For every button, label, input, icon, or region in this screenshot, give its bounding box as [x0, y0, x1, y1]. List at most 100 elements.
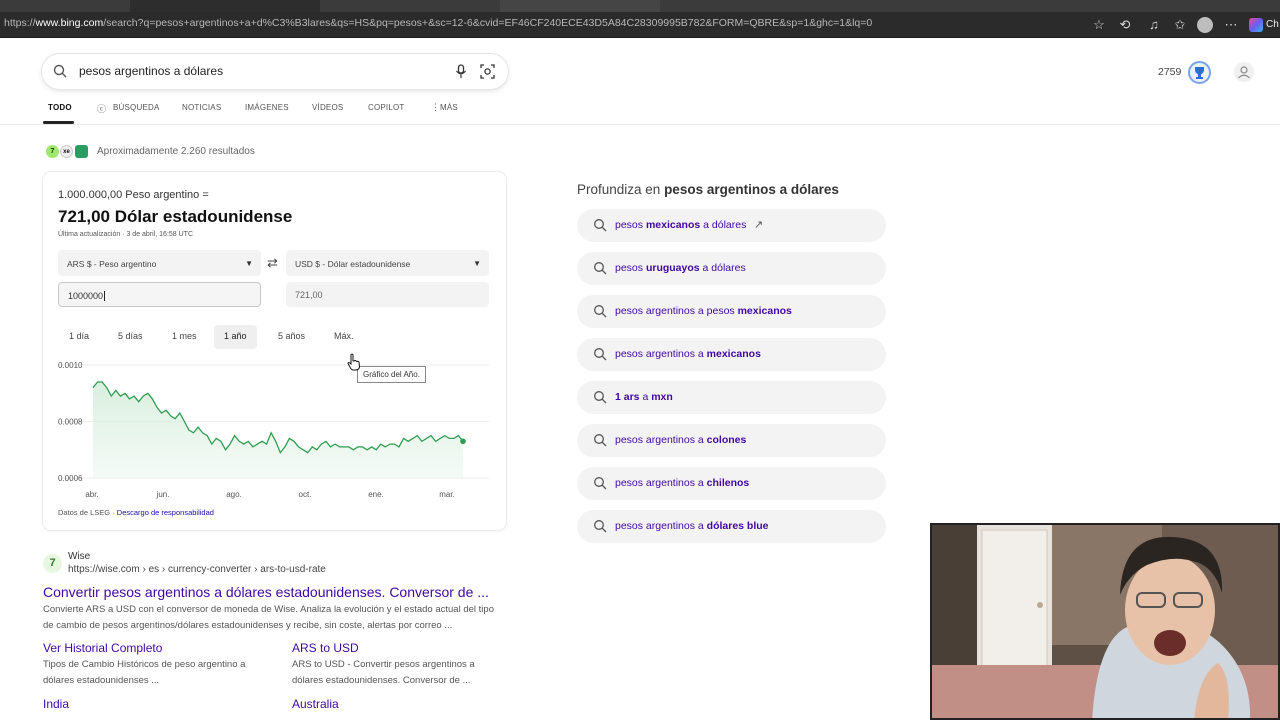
tab-mas[interactable]: MÁS — [440, 103, 458, 112]
related-search-text: pesos argentinos a colones — [615, 434, 747, 446]
related-search-text: 1 ars a mxn — [615, 391, 673, 403]
related-search-item[interactable]: pesos uruguayos a dólares — [577, 252, 886, 285]
x-tick-label: abr. — [85, 490, 98, 499]
tab-copilot[interactable]: COPILOT — [368, 103, 405, 112]
disclaimer-link[interactable]: Descargo de responsabilidad — [117, 508, 214, 517]
media-icon[interactable]: ♫ — [1146, 17, 1162, 33]
y-tick-label: 0.0008 — [58, 418, 83, 427]
sublink-india[interactable]: India — [43, 697, 69, 711]
url-prefix: https:// — [4, 17, 36, 29]
sublink-historial-text: Tipos de Cambio Históricos de peso argen… — [43, 659, 246, 686]
from-currency-select[interactable]: ARS $ - Peso argentino ▼ — [58, 250, 261, 276]
x-tick-label: mar. — [439, 490, 455, 499]
related-title-query: pesos argentinos a dólares — [664, 182, 839, 197]
result-site-name: Wise — [68, 551, 91, 562]
search-icon — [594, 348, 607, 361]
tab-noticias[interactable]: NOTICIAS — [182, 103, 221, 112]
swap-currencies-icon[interactable]: ⇄ — [267, 255, 278, 271]
results-count: Aproximadamente 2.260 resultados — [97, 146, 255, 157]
visual-search-icon[interactable] — [480, 64, 495, 79]
tab-videos[interactable]: VÍDEOS — [312, 103, 343, 112]
webcam-overlay — [930, 523, 1280, 720]
related-search-item[interactable]: pesos argentinos a chilenos — [577, 467, 886, 500]
microphone-icon[interactable] — [455, 64, 467, 79]
range-max[interactable]: Máx. — [324, 325, 364, 349]
conversion-result: 721,00 Dólar estadounidense — [58, 207, 293, 226]
range-1-ano[interactable]: 1 año — [214, 325, 257, 349]
search-icon — [594, 305, 607, 318]
url-rest: /search?q=pesos+argentinos+a+d%C3%B3lare… — [103, 17, 873, 29]
related-searches-title: Profundiza en pesos argentinos a dólares — [577, 182, 839, 197]
nav-divider — [0, 124, 1280, 125]
profile-label[interactable]: Ch — [1266, 17, 1280, 33]
tab-busqueda[interactable]: BÚSQUEDA — [113, 103, 160, 112]
tooltip: Gráfico del Año. — [357, 366, 426, 383]
text-caret — [104, 291, 106, 301]
browser-tab[interactable] — [130, 0, 320, 12]
range-5-anos[interactable]: 5 años — [268, 325, 315, 349]
to-currency-select[interactable]: USD $ - Dólar estadounidense ▼ — [286, 250, 489, 276]
url-host: www.bing.com — [35, 17, 104, 29]
x-tick-label: oct. — [299, 490, 312, 499]
related-search-item[interactable]: pesos argentinos a mexicanos — [577, 338, 886, 371]
last-updated: Última actualización · 3 de abril, 16:58… — [58, 231, 194, 238]
from-amount-value: 1000000 — [68, 291, 104, 301]
result-url[interactable]: https://wise.com › es › currency-convert… — [68, 564, 326, 575]
range-1-mes[interactable]: 1 mes — [162, 325, 207, 349]
busqueda-icon: ⓒ — [97, 104, 107, 114]
result-snippet: Convierte ARS a USD con el conversor de … — [43, 604, 494, 631]
data-source: Datos de LSEG · Descargo de responsabili… — [58, 508, 214, 517]
provider-xe-icon: xe — [60, 145, 73, 158]
related-search-item[interactable]: 1 ars a mxn — [577, 381, 886, 414]
provider-third-icon — [75, 145, 88, 158]
search-input[interactable]: pesos argentinos a dólares — [79, 64, 223, 78]
wise-logo-icon: 7 — [43, 554, 62, 573]
tab-todo[interactable]: TODO — [48, 103, 72, 112]
search-icon — [594, 477, 607, 490]
related-search-text: pesos argentinos a pesos mexicanos — [615, 305, 792, 317]
sublink-ars-to-usd[interactable]: ARS to USD — [292, 641, 359, 655]
copilot-icon[interactable] — [1249, 18, 1263, 32]
x-tick-label: ago. — [226, 490, 242, 499]
related-search-item[interactable]: pesos argentinos a pesos mexicanos — [577, 295, 886, 328]
result-title-link[interactable]: Convertir pesos argentinos a dólares est… — [43, 584, 489, 600]
tab-imagenes[interactable]: IMÁGENES — [245, 103, 289, 112]
search-box[interactable]: pesos argentinos a dólares — [42, 54, 508, 89]
address-bar[interactable]: https://www.bing.com/search?q=pesos+arge… — [0, 12, 1280, 38]
related-search-item[interactable]: pesos argentinos a colones — [577, 424, 886, 457]
related-search-item[interactable]: pesos mexicanos a dólares ↗ — [577, 209, 886, 242]
account-icon[interactable] — [1234, 62, 1254, 82]
to-amount-input[interactable]: 721,00 — [286, 282, 489, 307]
rewards-points[interactable]: 2759 — [1158, 66, 1181, 78]
rewards-trophy-icon[interactable] — [1188, 61, 1211, 84]
chevron-down-icon: ▼ — [245, 259, 253, 268]
to-currency-label: USD $ - Dólar estadounidense — [295, 259, 411, 269]
range-5-dias[interactable]: 5 días — [108, 325, 153, 349]
url-text[interactable]: https://www.bing.com/search?q=pesos+arge… — [4, 17, 1084, 29]
webcam-video-frame — [932, 525, 1278, 718]
exchange-rate-chart: 0.0010 0.0008 0.0006abr. jun. ago. oct. ene. ma… — [58, 361, 489, 499]
search-icon — [594, 434, 607, 447]
related-search-text: pesos uruguayos a dólares — [615, 262, 746, 274]
from-amount-input[interactable]: 1000000 — [58, 282, 261, 307]
chevron-down-icon: ▼ — [473, 259, 481, 268]
related-search-item[interactable]: pesos argentinos a dólares blue — [577, 510, 886, 543]
sublink-historial[interactable]: Ver Historial Completo — [43, 641, 162, 655]
search-icon — [53, 64, 67, 78]
chart-area-fill — [93, 382, 463, 478]
browser-tab-active[interactable] — [500, 0, 660, 12]
browser-tab-strip — [0, 0, 1280, 12]
range-1-dia[interactable]: 1 día — [59, 325, 99, 349]
sublink-ars-to-usd-text: ARS to USD - Convertir pesos argentinos … — [292, 659, 475, 686]
profile-avatar[interactable] — [1197, 17, 1213, 33]
favorite-star-icon[interactable]: ☆ — [1091, 17, 1107, 33]
search-icon — [594, 262, 607, 275]
search-icon — [594, 219, 607, 232]
sublink-australia[interactable]: Australia — [292, 697, 339, 711]
extensions-icon[interactable]: ⟲ — [1117, 17, 1133, 33]
conversion-from-text: 1.000.000,00 Peso argentino = — [58, 189, 209, 201]
more-options-icon[interactable]: ⋯ — [1223, 17, 1239, 33]
search-icon — [594, 391, 607, 404]
favorites-icon[interactable]: ✩ — [1172, 17, 1188, 33]
related-search-text: pesos mexicanos a dólares — [615, 219, 747, 231]
